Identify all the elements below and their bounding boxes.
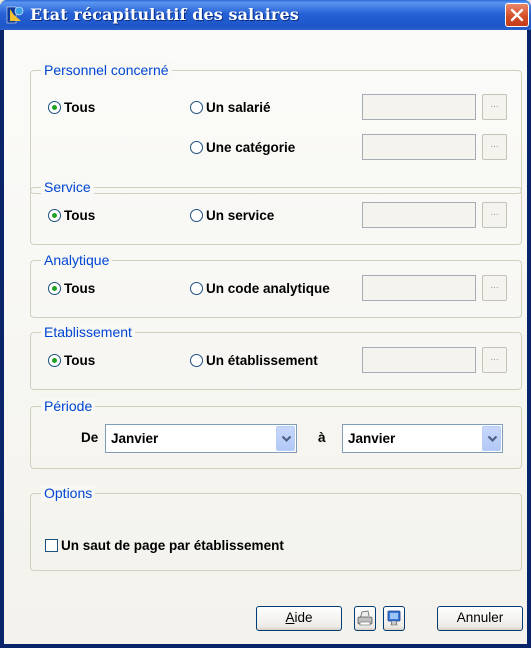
close-icon — [510, 8, 524, 22]
radio-un-etablissement[interactable]: Un établissement — [190, 351, 318, 369]
group-service-legend: Service — [41, 179, 94, 195]
service-field[interactable] — [362, 202, 476, 228]
group-personnel: Personnel concerné Tous Un salarié ... U… — [30, 62, 522, 194]
radio-un-service[interactable]: Un service — [190, 206, 274, 224]
radio-un-salarie[interactable]: Un salarié — [190, 98, 271, 116]
radio-circle — [190, 140, 203, 154]
checkbox-box — [45, 539, 58, 552]
to-dropdown-button[interactable] — [482, 426, 501, 451]
radio-analytique-tous[interactable]: Tous — [48, 279, 95, 297]
group-personnel-legend: Personnel concerné — [41, 62, 172, 78]
radio-un-code-analytique[interactable]: Un code analytique — [190, 279, 330, 297]
chevron-down-icon — [281, 435, 292, 443]
group-options: Options Un saut de page par établissemen… — [30, 485, 522, 571]
radio-personnel-tous[interactable]: Tous — [48, 98, 95, 116]
from-month-select[interactable]: Janvier — [105, 424, 297, 453]
salarie-field[interactable] — [362, 94, 476, 120]
from-month-value: Janvier — [111, 431, 159, 446]
preview-icon — [387, 610, 401, 626]
analytique-browse-button[interactable]: ... — [482, 275, 507, 301]
to-month-select[interactable]: Janvier — [342, 424, 503, 453]
analytique-field[interactable] — [362, 275, 476, 301]
etablissement-field[interactable] — [362, 347, 476, 373]
salarie-browse-button[interactable]: ... — [482, 94, 507, 120]
page-break-checkbox[interactable]: Un saut de page par établissement — [45, 538, 284, 553]
radio-service-tous[interactable]: Tous — [48, 206, 95, 224]
radio-une-categorie[interactable]: Une catégorie — [190, 138, 295, 156]
radio-circle — [190, 100, 203, 114]
title-bar[interactable]: Etat récapitulatif des salaires — [0, 0, 531, 30]
print-button[interactable] — [354, 606, 376, 631]
radio-circle — [190, 281, 203, 295]
group-options-legend: Options — [41, 485, 96, 501]
radio-circle — [48, 281, 61, 295]
etablissement-browse-button[interactable]: ... — [482, 347, 507, 373]
group-etablissement-legend: Etablissement — [41, 324, 135, 340]
categorie-browse-button[interactable]: ... — [482, 134, 507, 160]
categorie-field[interactable] — [362, 134, 476, 160]
close-button[interactable] — [505, 3, 529, 27]
group-service: Service Tous Un service ... — [30, 179, 522, 245]
service-browse-button[interactable]: ... — [482, 202, 507, 228]
to-label: à — [318, 430, 326, 445]
group-periode-legend: Période — [41, 398, 96, 414]
to-month-value: Janvier — [348, 431, 396, 446]
cancel-button[interactable]: Annuler — [437, 606, 523, 631]
window-title: Etat récapitulatif des salaires — [30, 5, 299, 24]
radio-circle — [190, 353, 203, 367]
preview-button[interactable] — [383, 606, 405, 631]
radio-etablissement-tous[interactable]: Tous — [48, 351, 95, 369]
group-analytique: Analytique Tous Un code analytique ... — [30, 252, 522, 318]
dialog-body: Personnel concerné Tous Un salarié ... U… — [4, 30, 527, 644]
radio-circle — [48, 100, 61, 114]
app-logo-icon — [6, 5, 25, 25]
radio-circle — [48, 208, 61, 222]
from-label: De — [81, 430, 99, 445]
from-dropdown-button[interactable] — [276, 426, 295, 451]
group-analytique-legend: Analytique — [41, 252, 113, 268]
help-button[interactable]: Aide — [256, 606, 342, 631]
chevron-down-icon — [487, 435, 498, 443]
group-periode: Période De Janvier à Janvier — [30, 398, 522, 469]
radio-circle — [190, 208, 203, 222]
printer-icon — [357, 610, 373, 626]
group-etablissement: Etablissement Tous Un établissement ... — [30, 324, 522, 390]
dialog-window: Etat récapitulatif des salaires Personne… — [0, 0, 531, 648]
radio-circle — [48, 353, 61, 367]
